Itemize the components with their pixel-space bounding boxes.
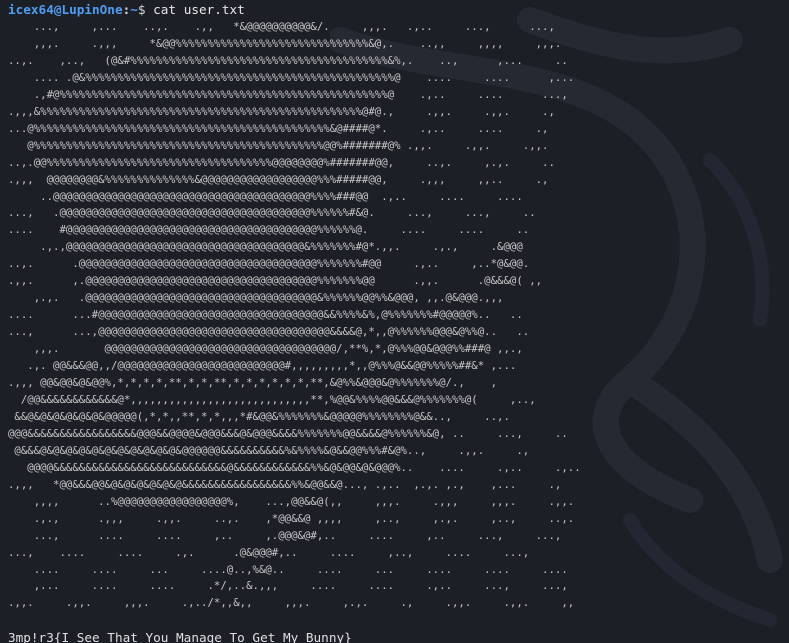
command-text: cat user.txt [153,2,245,17]
ascii-art-output: ..., ,... ..,. .,, *&@@@@@@@@@@&/. ,,,. … [8,20,581,610]
terminal-window[interactable]: icex64@LupinOne:~$ cat user.txt ..., ,..… [0,0,789,643]
flag-output: 3mp!r3{I_See_That_You_Manage_To_Get_My_B… [8,630,352,643]
prompt-symbol: $ [137,2,146,17]
prompt-user-host: icex64@LupinOne [8,2,123,17]
terminal-content: icex64@LupinOne:~$ cat user.txt ..., ,..… [0,0,789,643]
prompt-path: ~ [130,2,138,17]
command-line: icex64@LupinOne:~$ cat user.txt [8,2,789,17]
